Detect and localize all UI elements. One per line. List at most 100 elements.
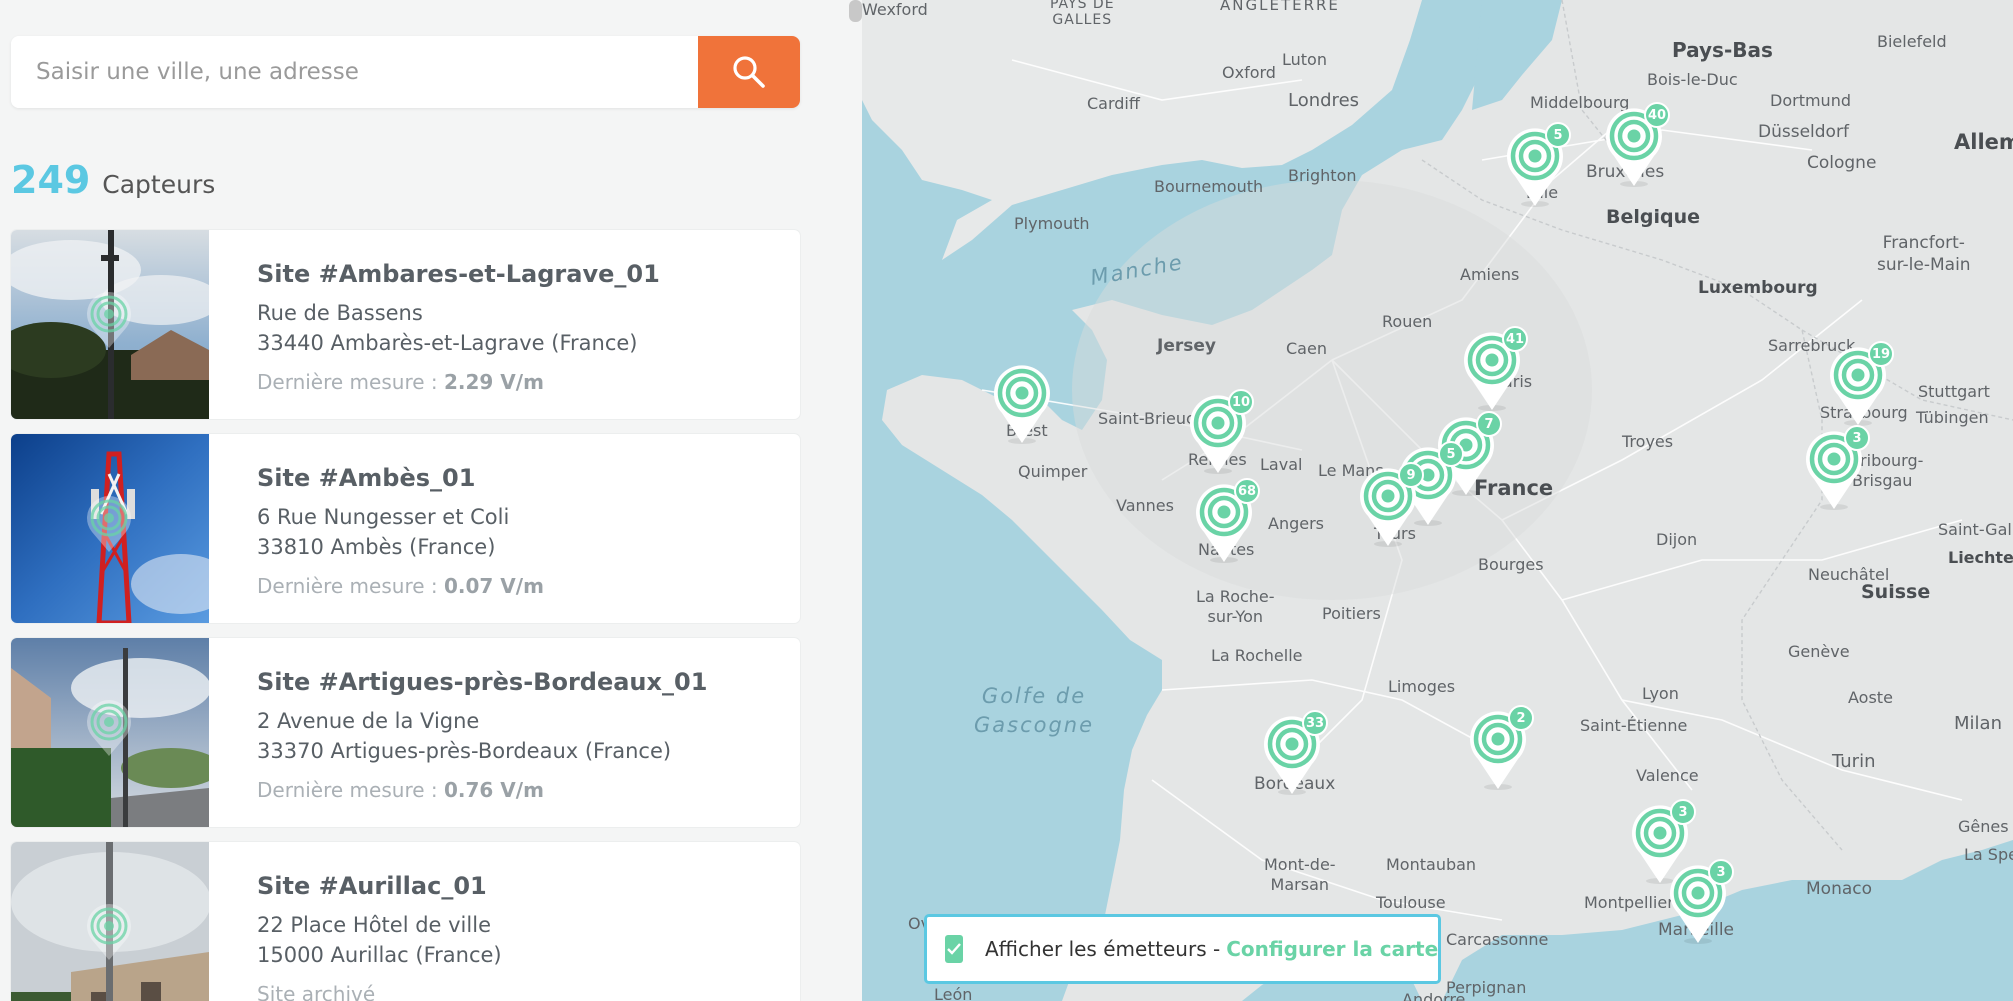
show-emitters-checkbox[interactable] (945, 935, 963, 963)
cluster-count-badge: 7 (1476, 411, 1502, 437)
emitters-toggle-bar: Afficher les émetteurs - Configurer la c… (924, 914, 1441, 984)
site-title: Site #Artigues-près-Bordeaux_01 (257, 668, 708, 696)
map-label: Brighton (1288, 166, 1357, 185)
map-label: ANGLETERRE (1220, 0, 1340, 14)
map-label: Cologne (1807, 153, 1877, 173)
map-label: Bournemouth (1154, 177, 1264, 196)
map-label: Carcassonne (1446, 930, 1549, 949)
site-measure: Dernière mesure : 0.76 V/m (257, 778, 790, 802)
sensor-cluster-marker[interactable]: 2 (1466, 705, 1534, 791)
sensor-count-label: Capteurs (102, 170, 216, 199)
map-label: Liechtenstein (1948, 548, 2013, 567)
map-label: Dijon (1656, 530, 1698, 549)
site-card[interactable]: Site #Ambès_01 6 Rue Nungesser et Coli 3… (11, 434, 800, 623)
site-title: Site #Ambares-et-Lagrave_01 (257, 260, 660, 288)
sensor-list-panel: 249 Capteurs Site #A (0, 0, 862, 1001)
sensor-cluster-marker[interactable]: 3 (1666, 859, 1734, 945)
map-label: Monaco (1806, 879, 1873, 899)
search-button[interactable] (698, 36, 800, 108)
scrollbar-thumb[interactable] (849, 0, 862, 22)
map-label: Belgique (1606, 206, 1701, 228)
site-marker-icon (87, 496, 131, 552)
search-input[interactable] (11, 36, 699, 108)
sensor-cluster-marker[interactable]: 41 (1460, 326, 1528, 412)
sensor-cluster-marker[interactable]: 40 (1602, 102, 1670, 188)
site-address: 2 Avenue de la Vigne (257, 709, 480, 733)
map-label: Saint-Étienne (1580, 716, 1688, 735)
site-city: 33810 Ambès (France) (257, 535, 496, 559)
measure-label: Dernière mesure : (257, 370, 444, 394)
sensor-cluster-marker[interactable]: 33 (1260, 710, 1328, 796)
map-label: Düsseldorf (1758, 122, 1849, 142)
sensor-cluster-marker[interactable]: 5 (1503, 122, 1571, 208)
map-label: Poitiers (1322, 604, 1381, 623)
map-label: Aoste (1848, 688, 1893, 707)
site-card[interactable]: Site #Aurillac_01 22 Place Hôtel de vill… (11, 842, 800, 1001)
map-label: Tübingen (1916, 408, 1989, 427)
sensor-cluster-marker[interactable] (990, 361, 1054, 445)
measure-label: Dernière mesure : (257, 574, 444, 598)
map-label: Bielefeld (1877, 32, 1947, 51)
site-title: Site #Ambès_01 (257, 464, 476, 492)
sensor-cluster-marker[interactable]: 68 (1192, 478, 1260, 564)
cluster-count-badge: 68 (1234, 478, 1260, 504)
map-label: Lyon (1642, 684, 1679, 703)
map-label: Gênes (1958, 817, 2009, 836)
site-card[interactable]: Site #Artigues-près-Bordeaux_01 2 Avenue… (11, 638, 800, 827)
site-card[interactable]: Site #Ambares-et-Lagrave_01 Rue de Basse… (11, 230, 800, 419)
map-label: Allem (1954, 130, 2013, 154)
map-label: Vannes (1116, 496, 1174, 515)
cluster-count-badge: 3 (1844, 425, 1870, 451)
map-label: Suisse (1861, 581, 1931, 603)
map-label: Bourges (1478, 555, 1544, 574)
site-title: Site #Aurillac_01 (257, 872, 487, 900)
site-photo (11, 230, 209, 419)
map-label: La Rochelle (1211, 646, 1303, 665)
map-label: Quimper (1018, 462, 1088, 481)
map-label: Cardiff (1087, 94, 1140, 113)
sensor-cluster-marker[interactable]: 9 (1356, 462, 1424, 548)
site-address: Rue de Bassens (257, 301, 423, 325)
cluster-count-badge: 40 (1644, 102, 1670, 128)
map-label: Laval (1260, 455, 1303, 474)
map-label: Plymouth (1014, 214, 1090, 233)
map-label: Limoges (1388, 677, 1456, 696)
search-icon (733, 56, 765, 88)
site-measure: Dernière mesure : 2.29 V/m (257, 370, 790, 394)
measure-label: Dernière mesure : (257, 778, 444, 802)
measure-label: Site archivé (257, 982, 376, 1001)
site-city: 15000 Aurillac (France) (257, 943, 502, 967)
map-label: Saint-Brieuc (1098, 409, 1195, 428)
map-label: Oxford (1222, 63, 1276, 82)
map-label: Luton (1282, 50, 1327, 69)
map-label: Troyes (1622, 432, 1674, 451)
configure-map-link[interactable]: Configurer la carte (1226, 937, 1438, 961)
site-city: 33370 Artigues-près-Bordeaux (France) (257, 739, 672, 763)
map-label: Saint-Gall (1938, 520, 2013, 539)
site-marker-icon (87, 292, 131, 348)
map-label: León (934, 985, 973, 1001)
site-photo (11, 842, 209, 1001)
map-label: Stuttgart (1918, 382, 1990, 401)
cluster-count-badge: 5 (1438, 441, 1464, 467)
site-measure: Dernière mesure : 0.07 V/m (257, 574, 790, 598)
site-measure: Site archivé (257, 982, 790, 1001)
map-label: Valence (1636, 766, 1699, 785)
site-marker-icon (87, 700, 131, 756)
site-address: 6 Rue Nungesser et Coli (257, 505, 510, 529)
map-label: Mont-de- Marsan (1264, 855, 1336, 894)
sensor-cluster-marker[interactable]: 10 (1186, 389, 1254, 475)
map-label: Genève (1788, 642, 1850, 661)
map-label: La Spe (1964, 845, 2013, 864)
map-label: Golfe de Gascogne (974, 684, 1095, 737)
sensor-cluster-marker[interactable]: 3 (1802, 425, 1870, 511)
cluster-count-badge: 5 (1545, 122, 1571, 148)
measure-value: 0.07 V/m (443, 574, 544, 598)
site-photo (11, 434, 209, 623)
map-label: Londres (1288, 90, 1360, 111)
map-view[interactable]: Wexford PAYS DE GALLES ANGLETERRE Pays-B… (862, 0, 2013, 1001)
checkmark-icon (947, 943, 961, 955)
sensor-cluster-marker[interactable]: 19 (1826, 341, 1894, 427)
target-marker-icon (994, 365, 1050, 444)
cluster-count-badge: 10 (1228, 389, 1254, 415)
